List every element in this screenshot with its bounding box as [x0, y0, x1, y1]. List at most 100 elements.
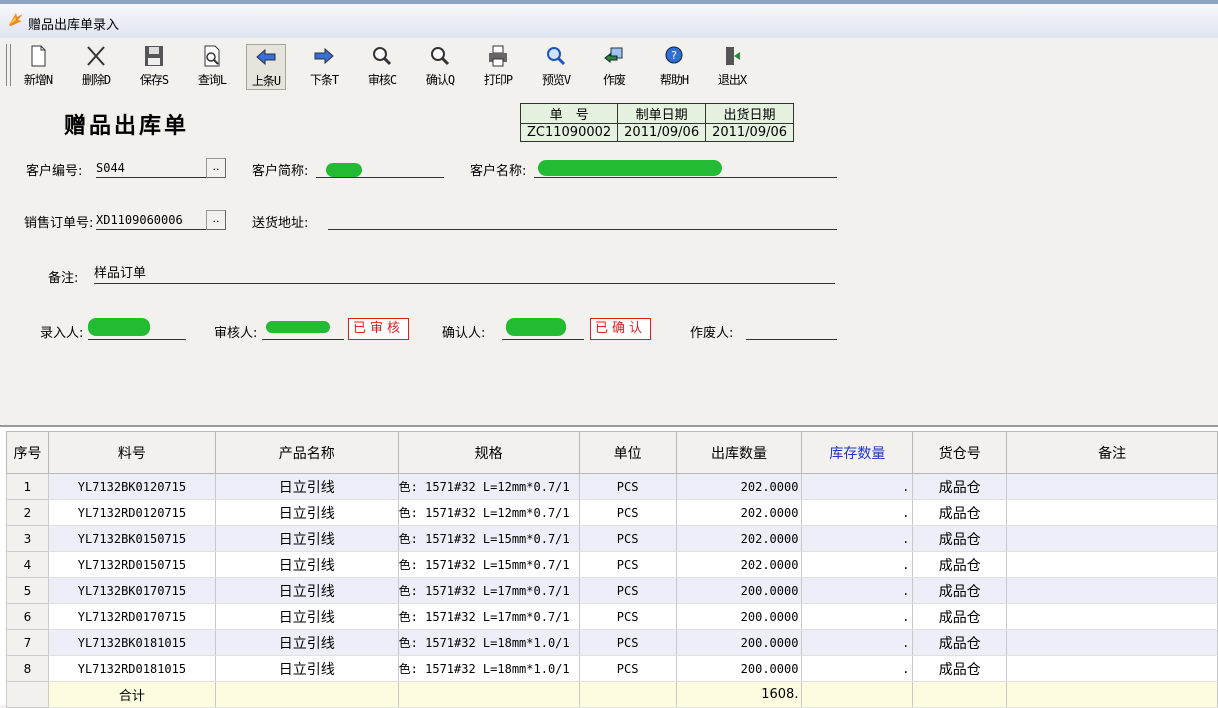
table-row[interactable]: 7 YL7132BK0181015 日立引线 色: 1571#32 L=18mm*1.… — [6, 629, 1218, 656]
cell-part-no[interactable]: YL7132BK0170715 — [48, 577, 216, 604]
table-row[interactable]: 8 YL7132RD0181015 日立引线 色: 1571#32 L=18mm*1.… — [6, 655, 1218, 682]
cell-remark[interactable] — [1006, 525, 1218, 552]
voider-field[interactable] — [746, 320, 837, 340]
column-header-warehouse[interactable]: 货仓号 — [912, 431, 1008, 474]
print-button[interactable]: 打印P — [478, 44, 518, 90]
void-button[interactable]: 作废 — [594, 44, 634, 90]
cell-product-name[interactable]: 日立引线 — [215, 655, 399, 682]
cell-product-name[interactable]: 日立引线 — [215, 603, 399, 630]
cell-warehouse[interactable]: 成品仓 — [912, 525, 1008, 552]
column-header-stock-qty[interactable]: 库存数量 — [801, 431, 914, 474]
cell-unit[interactable]: PCS — [579, 551, 677, 578]
delete-button[interactable]: 删除D — [76, 44, 116, 90]
column-header-spec[interactable]: 规格 — [397, 431, 580, 474]
save-button[interactable]: 保存S — [134, 44, 174, 90]
sales-order-field[interactable]: XD1109060006 — [96, 210, 206, 230]
table-row[interactable]: 5 YL7132BK0170715 日立引线 色: 1571#32 L=17mm*0.… — [6, 577, 1218, 604]
column-header-out-qty[interactable]: 出库数量 — [675, 431, 803, 474]
cell-remark[interactable] — [1006, 603, 1218, 630]
preview-button[interactable]: 预览V — [536, 44, 576, 90]
cell-warehouse[interactable]: 成品仓 — [912, 629, 1008, 656]
column-header-part-no[interactable]: 料号 — [47, 431, 216, 474]
cell-part-no[interactable]: YL7132BK0120715 — [48, 473, 216, 500]
table-row[interactable]: 4 YL7132RD0150715 日立引线 色: 1571#32 L=15mm*0.… — [6, 551, 1218, 578]
cell-product-name[interactable]: 日立引线 — [215, 473, 399, 500]
column-header-remark[interactable]: 备注 — [1006, 431, 1218, 474]
cell-stock-qty[interactable]: . — [801, 473, 914, 500]
cell-spec[interactable]: 色: 1571#32 L=12mm*0.7/1 — [398, 473, 580, 500]
cell-unit[interactable]: PCS — [579, 629, 677, 656]
cell-part-no[interactable]: YL7132RD0170715 — [48, 603, 216, 630]
order-number-value[interactable]: ZC11090002 — [519, 123, 619, 142]
remark-field[interactable]: 样品订单 — [94, 264, 835, 284]
cell-part-no[interactable]: YL7132BK0150715 — [48, 525, 216, 552]
cell-warehouse[interactable]: 成品仓 — [912, 577, 1008, 604]
customer-code-field[interactable]: S044 — [96, 158, 206, 178]
cell-spec[interactable]: 色: 1571#32 L=17mm*0.7/1 — [398, 577, 580, 604]
cell-product-name[interactable]: 日立引线 — [215, 499, 399, 526]
cell-warehouse[interactable]: 成品仓 — [912, 603, 1008, 630]
previous-record-button[interactable]: 上条U — [246, 44, 286, 90]
column-header-unit[interactable]: 单位 — [578, 431, 677, 474]
cell-warehouse[interactable]: 成品仓 — [912, 551, 1008, 578]
cell-seq[interactable]: 1 — [6, 473, 49, 500]
cell-unit[interactable]: PCS — [579, 603, 677, 630]
cell-product-name[interactable]: 日立引线 — [215, 629, 399, 656]
cell-seq[interactable]: 3 — [6, 525, 49, 552]
sales-order-lookup-button[interactable]: .. — [206, 210, 226, 230]
cell-unit[interactable]: PCS — [579, 473, 677, 500]
column-header-product-name[interactable]: 产品名称 — [214, 431, 399, 474]
new-button[interactable]: 新增N — [18, 44, 58, 90]
cell-out-qty[interactable]: 200.0000 — [676, 655, 803, 682]
ship-date-value[interactable]: 2011/09/06 — [705, 123, 795, 142]
cell-unit[interactable]: PCS — [579, 499, 677, 526]
cell-part-no[interactable]: YL7132RD0120715 — [48, 499, 216, 526]
cell-stock-qty[interactable]: . — [801, 603, 914, 630]
cell-remark[interactable] — [1006, 473, 1218, 500]
cell-unit[interactable]: PCS — [579, 655, 677, 682]
cell-remark[interactable] — [1006, 655, 1218, 682]
cell-unit[interactable]: PCS — [579, 525, 677, 552]
cell-stock-qty[interactable]: . — [801, 499, 914, 526]
cell-spec[interactable]: 色: 1571#32 L=18mm*1.0/1 — [398, 655, 580, 682]
cell-spec[interactable]: 色: 1571#32 L=17mm*0.7/1 — [398, 603, 580, 630]
cell-out-qty[interactable]: 202.0000 — [676, 551, 803, 578]
cell-stock-qty[interactable]: . — [801, 525, 914, 552]
customer-code-lookup-button[interactable]: .. — [206, 158, 226, 178]
cell-part-no[interactable]: YL7132RD0181015 — [48, 655, 216, 682]
cell-spec[interactable]: 色: 1571#32 L=15mm*0.7/1 — [398, 525, 580, 552]
cell-out-qty[interactable]: 200.0000 — [676, 577, 803, 604]
cell-out-qty[interactable]: 202.0000 — [676, 499, 803, 526]
cell-seq[interactable]: 8 — [6, 655, 49, 682]
cell-seq[interactable]: 2 — [6, 499, 49, 526]
cell-seq[interactable]: 5 — [6, 577, 49, 604]
cell-part-no[interactable]: YL7132RD0150715 — [48, 551, 216, 578]
table-row[interactable]: 6 YL7132RD0170715 日立引线 色: 1571#32 L=17mm*0.… — [6, 603, 1218, 630]
table-row[interactable]: 3 YL7132BK0150715 日立引线 色: 1571#32 L=15mm*0.… — [6, 525, 1218, 552]
cell-seq[interactable]: 6 — [6, 603, 49, 630]
cell-remark[interactable] — [1006, 629, 1218, 656]
cell-seq[interactable]: 7 — [6, 629, 49, 656]
review-button[interactable]: 审核C — [362, 44, 402, 90]
cell-product-name[interactable]: 日立引线 — [215, 525, 399, 552]
query-button[interactable]: 查询L — [192, 44, 232, 90]
cell-warehouse[interactable]: 成品仓 — [912, 499, 1008, 526]
cell-stock-qty[interactable]: . — [801, 629, 914, 656]
cell-stock-qty[interactable]: . — [801, 655, 914, 682]
next-record-button[interactable]: 下条T — [304, 44, 344, 90]
cell-product-name[interactable]: 日立引线 — [215, 551, 399, 578]
cell-remark[interactable] — [1006, 551, 1218, 578]
help-button[interactable]: ? 帮助H — [654, 44, 694, 90]
column-header-seq[interactable]: 序号 — [6, 431, 49, 474]
confirm-button[interactable]: 确认Q — [420, 44, 460, 90]
cell-warehouse[interactable]: 成品仓 — [912, 473, 1008, 500]
cell-warehouse[interactable]: 成品仓 — [912, 655, 1008, 682]
cell-spec[interactable]: 色: 1571#32 L=15mm*0.7/1 — [398, 551, 580, 578]
cell-spec[interactable]: 色: 1571#32 L=18mm*1.0/1 — [398, 629, 580, 656]
cell-spec[interactable]: 色: 1571#32 L=12mm*0.7/1 — [398, 499, 580, 526]
table-row[interactable]: 1 YL7132BK0120715 日立引线 色: 1571#32 L=12mm*0.… — [6, 473, 1218, 500]
exit-button[interactable]: 退出X — [712, 44, 752, 90]
cell-out-qty[interactable]: 202.0000 — [676, 473, 803, 500]
cell-out-qty[interactable]: 202.0000 — [676, 525, 803, 552]
cell-unit[interactable]: PCS — [579, 577, 677, 604]
